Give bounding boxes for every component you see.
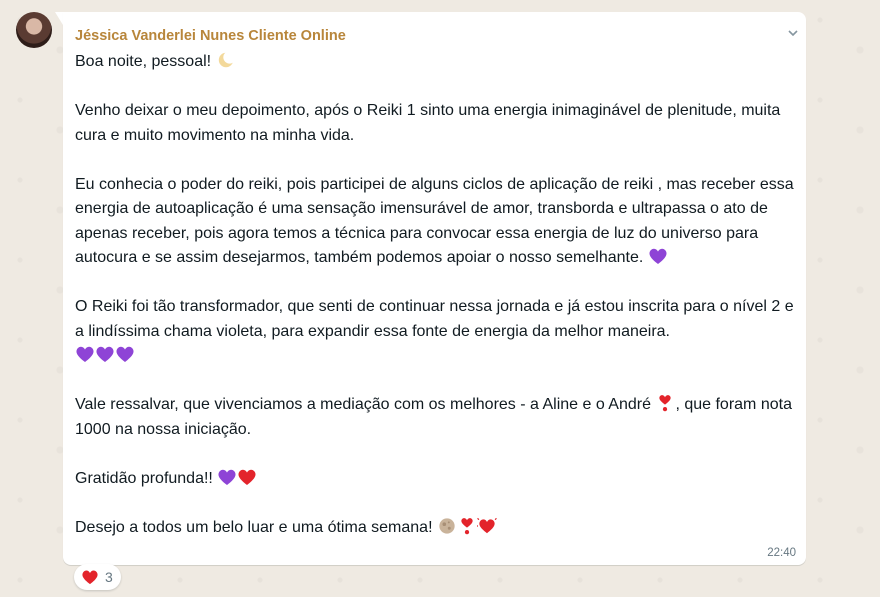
crescent-moon-icon: [218, 51, 236, 68]
purple-heart-icon: [116, 346, 134, 362]
message-timestamp: 22:40: [767, 547, 796, 559]
paragraph-1: Venho deixar o meu depoimento, após o Re…: [75, 102, 781, 144]
purple-heart-icon: [96, 346, 114, 362]
red-heart-icon: [82, 570, 98, 585]
paragraph-5: Gratidão profunda!!: [75, 467, 795, 492]
purple-heart-icon: [218, 469, 236, 485]
reaction-count: 3: [105, 569, 113, 585]
reaction-pill[interactable]: 3: [74, 564, 121, 590]
message-bubble[interactable]: Jéssica Vanderlei Nunes Cliente Online B…: [63, 12, 806, 565]
bubble-tail: [55, 12, 63, 25]
growing-heart-icon: [476, 517, 497, 533]
purple-heart-icon: [76, 346, 94, 362]
paragraph-3: O Reiki foi tão transformador, que senti…: [75, 295, 795, 369]
avatar[interactable]: [16, 12, 52, 48]
greeting-line: Boa noite, pessoal!: [75, 50, 795, 75]
red-heart-icon: [238, 469, 256, 485]
message-text: Boa noite, pessoal! Venho deixar o meu d…: [75, 50, 795, 540]
heart-exclamation-icon: [461, 517, 473, 534]
full-moon-icon: [439, 517, 455, 534]
sender-name[interactable]: Jéssica Vanderlei Nunes Cliente Online: [75, 28, 346, 44]
purple-heart-icon: [649, 248, 667, 264]
chevron-down-icon[interactable]: [786, 26, 800, 40]
heart-exclamation-icon: [659, 395, 672, 412]
paragraph-6: Desejo a todos um belo luar e uma ótima …: [75, 516, 795, 541]
paragraph-2: Eu conhecia o poder do reiki, pois parti…: [75, 175, 794, 267]
paragraph-4: Vale ressalvar, que vivenciamos a mediaç…: [75, 395, 792, 438]
